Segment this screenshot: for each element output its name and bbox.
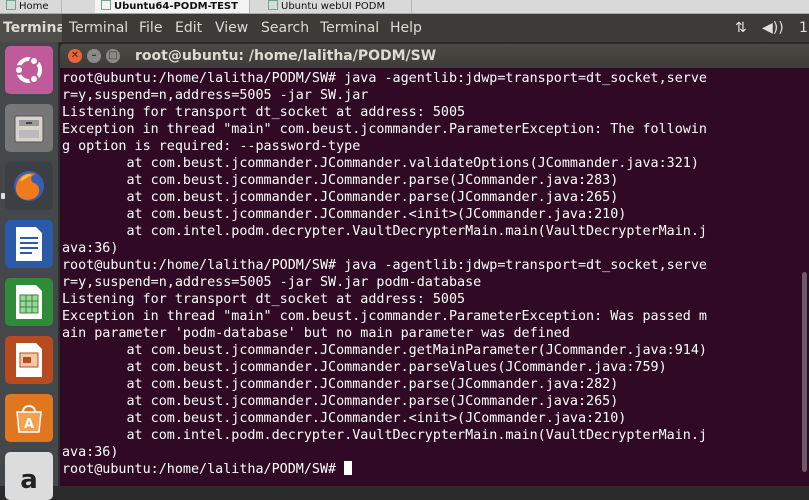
svg-text:a: a: [20, 465, 38, 494]
home-icon: [6, 0, 16, 10]
ubuntu-dash-icon[interactable]: [5, 46, 53, 94]
menu-edit[interactable]: Edit: [175, 14, 202, 42]
host-tab-ubuntu-webui-podm[interactable]: Ubuntu webUI PODM: [262, 0, 412, 13]
host-tab-label: Ubuntu webUI PODM: [281, 1, 386, 12]
host-tab-bar: Home Ubuntu64-PODM-TEST Ubuntu webUI POD…: [0, 0, 809, 14]
menu-help[interactable]: Help: [390, 14, 422, 42]
active-app-name: Terminal: [0, 14, 62, 42]
terminal-line: Exception in thread "main" com.beust.jco…: [62, 309, 707, 324]
terminal-line: Listening for transport dt_socket at add…: [62, 105, 466, 120]
terminal-line: ava:36): [62, 241, 119, 256]
terminal-line: r=y,suspend=n,address=5005 -jar SW.jar p…: [62, 275, 482, 290]
minimize-button[interactable]: –: [87, 49, 101, 63]
maximize-button[interactable]: □: [106, 49, 120, 63]
terminal-output[interactable]: root@ubuntu:/home/lalitha/PODM/SW# java …: [62, 70, 784, 486]
terminal-line: root@ubuntu:/home/lalitha/PODM/SW# java …: [62, 258, 707, 273]
terminal-line: at com.beust.jcommander.JCommander.parse…: [62, 173, 619, 188]
terminal-line: at com.beust.jcommander.JCommander.parse…: [62, 190, 619, 205]
terminal-line: at com.beust.jcommander.JCommander.valid…: [62, 156, 699, 171]
terminal-window[interactable]: ✕ – □ root@ubuntu: /home/lalitha/PODM/SW…: [60, 44, 809, 486]
svg-text:A: A: [24, 417, 34, 432]
host-tab-home[interactable]: Home: [0, 0, 62, 13]
terminal-line: at com.intel.podm.decrypter.VaultDecrypt…: [62, 224, 707, 239]
amazon-icon[interactable]: a: [5, 452, 53, 500]
terminal-line: r=y,suspend=n,address=5005 -jar SW.jar: [62, 88, 369, 103]
firefox-icon[interactable]: [5, 162, 53, 210]
menu-file[interactable]: File: [139, 14, 162, 42]
software-center-icon[interactable]: A: [5, 394, 53, 442]
terminal-line: root@ubuntu:/home/lalitha/PODM/SW# java …: [62, 71, 707, 86]
terminal-line: at com.beust.jcommander.JCommander.getMa…: [62, 343, 707, 358]
terminal-prompt-line[interactable]: root@ubuntu:/home/lalitha/PODM/SW#: [62, 461, 784, 478]
terminal-line: at com.beust.jcommander.JCommander.parse…: [62, 360, 667, 375]
terminal-line: at com.beust.jcommander.JCommander.parse…: [62, 377, 619, 392]
terminal-line: ain parameter 'podm-database' but no mai…: [62, 326, 570, 341]
files-icon[interactable]: [5, 104, 53, 152]
launcher: A a: [0, 42, 59, 500]
terminal-line: at com.beust.jcommander.JCommander.<init…: [62, 207, 627, 222]
terminal-line: Listening for transport dt_socket at add…: [62, 292, 466, 307]
terminal-line: Exception in thread "main" com.beust.jco…: [62, 122, 707, 137]
host-tab-label: Home: [19, 1, 49, 12]
terminal-line: g option is required: --password-type: [62, 139, 361, 154]
host-tab-label: Ubuntu64-PODM-TEST: [114, 1, 238, 12]
libreoffice-calc-icon[interactable]: [5, 278, 53, 326]
terminal-line: ava:36): [62, 445, 119, 460]
libreoffice-impress-icon[interactable]: [5, 336, 53, 384]
terminal-line: at com.beust.jcommander.JCommander.parse…: [62, 394, 619, 409]
host-tab-ubuntu64-podm-test[interactable]: Ubuntu64-PODM-TEST: [95, 0, 250, 13]
scrollbar[interactable]: [802, 272, 807, 472]
clock[interactable]: 1: [799, 14, 808, 42]
terminal-prompt: root@ubuntu:/home/lalitha/PODM/SW#: [62, 462, 345, 477]
terminal-cursor: [344, 461, 353, 475]
libreoffice-writer-icon[interactable]: [5, 220, 53, 268]
window-title: root@ubuntu: /home/lalitha/PODM/SW: [135, 48, 437, 64]
network-icon[interactable]: ⇅: [735, 14, 747, 42]
close-button[interactable]: ✕: [68, 49, 82, 63]
vm-icon: [101, 0, 111, 10]
menu-terminal-2[interactable]: Terminal: [320, 14, 379, 42]
top-panel: Terminal Terminal File Edit View Search …: [0, 14, 809, 42]
running-indicator: [1, 193, 5, 199]
terminal-line: at com.intel.podm.decrypter.VaultDecrypt…: [62, 428, 707, 443]
window-titlebar[interactable]: ✕ – □ root@ubuntu: /home/lalitha/PODM/SW: [60, 44, 809, 68]
sound-icon[interactable]: ◀)): [762, 14, 784, 42]
menu-terminal[interactable]: Terminal: [69, 14, 128, 42]
menu-search[interactable]: Search: [261, 14, 309, 42]
vm-icon: [268, 0, 278, 10]
menu-view[interactable]: View: [215, 14, 248, 42]
terminal-line: at com.beust.jcommander.JCommander.<init…: [62, 411, 627, 426]
